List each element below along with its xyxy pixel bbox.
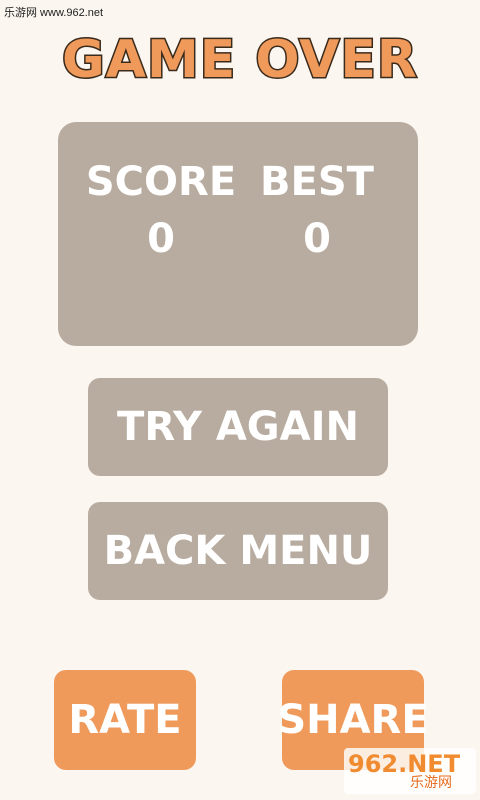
game-over-title: GAME OVER (61, 29, 419, 92)
rate-button[interactable]: RATE (54, 670, 196, 770)
back-menu-button[interactable]: BACK MENU (88, 502, 388, 600)
score-label: SCORE (85, 159, 237, 205)
site-watermark-text: 乐游网 www.962.net (4, 7, 104, 19)
site-logo-watermark: 962.NET 乐游网 (344, 748, 476, 794)
try-again-button[interactable]: TRY AGAIN (88, 378, 388, 476)
score-column: SCORE 0 (76, 158, 246, 264)
score-value: 0 (147, 216, 175, 262)
best-label: BEST (260, 159, 374, 205)
site-logo-sub: 乐游网 (410, 775, 452, 791)
score-panel: SCORE 0 BEST 0 (58, 122, 418, 346)
best-column: BEST 0 (232, 158, 402, 264)
best-value: 0 (303, 216, 331, 262)
